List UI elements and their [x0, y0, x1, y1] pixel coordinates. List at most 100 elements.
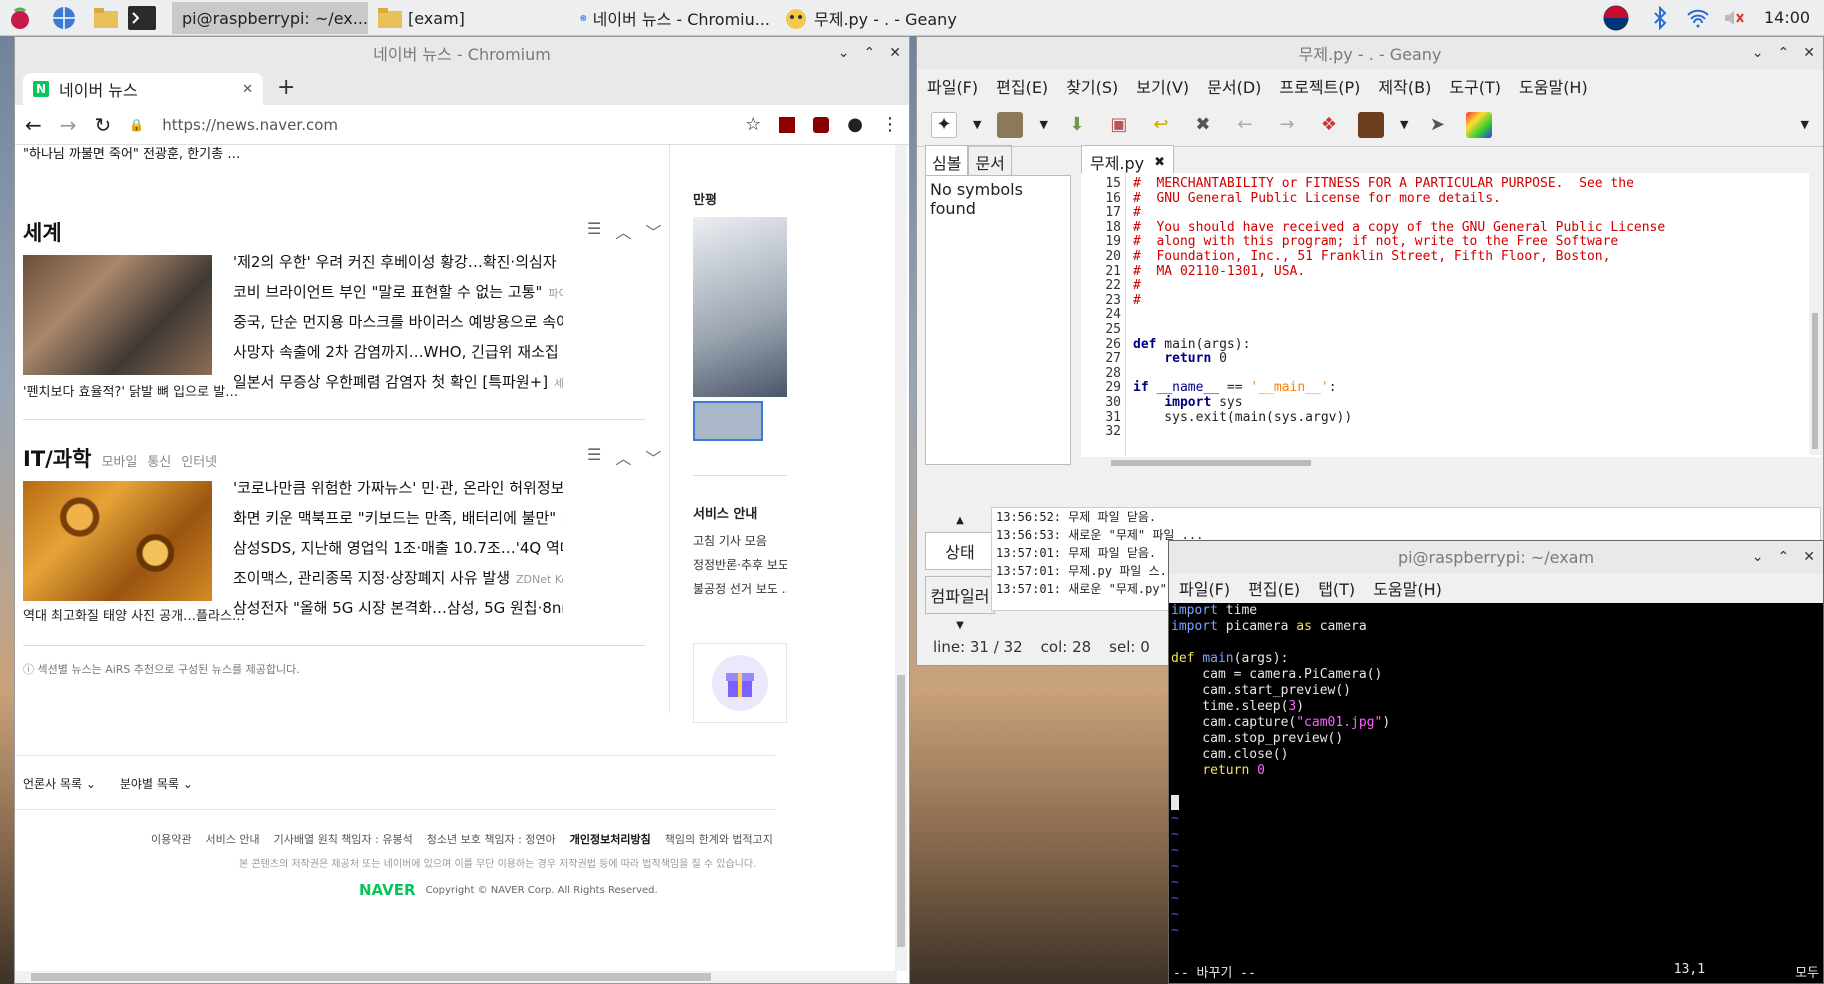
code-line[interactable]: [1133, 425, 1665, 440]
horizontal-scrollbar[interactable]: [15, 971, 897, 983]
menu-kebab-icon[interactable]: ⋮: [881, 114, 899, 135]
it-news-item[interactable]: 조이맥스, 관리종목 지정·상장폐지 사유 발생 ZDNet Korea: [233, 563, 563, 593]
section-menu-icon[interactable]: ☰: [587, 445, 601, 469]
section-title-world[interactable]: 세계: [23, 217, 62, 247]
minimize-icon[interactable]: ⌄: [838, 45, 850, 61]
section-down-icon[interactable]: ﹀: [645, 445, 661, 469]
menu-file[interactable]: 파일(F): [1179, 576, 1230, 600]
tab-documents[interactable]: 문서: [968, 145, 1012, 179]
clock[interactable]: 14:00: [1764, 8, 1810, 27]
section-title-it[interactable]: IT/과학: [23, 443, 91, 473]
top-news-line[interactable]: "하나님 까불면 죽어" 전광훈, 한기총 …: [23, 145, 240, 165]
it-news-item[interactable]: 화면 키운 맥북프로 "키보드는 만족, 배터리에 불만" ZDNet Korea: [233, 503, 563, 533]
world-news-item[interactable]: 코비 브라이언트 부인 "말로 표현할 수 없는 고통" 파이낸셜뉴스: [233, 277, 563, 307]
footer-link[interactable]: 서비스 안내: [205, 831, 259, 847]
close-icon[interactable]: ✕: [1803, 549, 1815, 565]
world-news-item[interactable]: '제2의 우한' 우려 커진 후베이성 황강…확진·의심자 1000명 넘…조선…: [233, 247, 563, 277]
close-icon[interactable]: ✕: [1803, 45, 1815, 61]
service-link[interactable]: 불공정 선거 보도 ...: [693, 577, 787, 601]
naver-logo[interactable]: NAVER: [359, 881, 416, 899]
code-line[interactable]: sys.exit(main(sys.argv)): [1133, 410, 1665, 426]
comic-image[interactable]: [693, 217, 787, 397]
nav-back-icon[interactable]: ←: [1232, 112, 1258, 138]
menu-tabs[interactable]: 탭(T): [1318, 576, 1355, 600]
menu-edit[interactable]: 편집(E): [1248, 576, 1300, 600]
section-menu-icon[interactable]: ☰: [587, 219, 601, 243]
code-line[interactable]: # MERCHANTABILITY or FITNESS FOR A PARTI…: [1133, 176, 1665, 192]
it-news-item[interactable]: 삼성SDS, 지난해 영업익 1조·매출 10.7조…'4Q 역대 최고'이데일…: [233, 533, 563, 563]
maximize-icon[interactable]: ⌃: [1778, 549, 1790, 565]
editor-vscrollbar[interactable]: [1809, 173, 1821, 455]
geany-titlebar[interactable]: 무제.py - . - Geany ⌄ ⌃ ✕: [917, 37, 1823, 69]
section-up-icon[interactable]: ︿: [615, 445, 631, 469]
code-line[interactable]: [1133, 323, 1665, 338]
task-chromium[interactable]: 네이버 뉴스 - Chromiu...: [576, 2, 774, 34]
msg-scroll-up-icon[interactable]: ▲: [925, 515, 995, 526]
world-thumb-caption[interactable]: '펜치보다 효율적?' 닭발 뼈 입으로 발…: [23, 381, 238, 400]
raspberry-menu-icon[interactable]: [6, 4, 34, 32]
code-line[interactable]: [1133, 367, 1665, 382]
code-editor[interactable]: 15 16 17 18 19 20 21 22 23 24 25 26 27 28 29 30 31 32 # M…: [1081, 173, 1821, 469]
terminal-launcher-icon[interactable]: [128, 4, 156, 32]
service-link[interactable]: 고침 기사 모음: [693, 529, 787, 553]
open-dropdown-icon[interactable]: ▼: [1039, 118, 1047, 131]
bluetooth-icon[interactable]: [1646, 4, 1674, 32]
profile-icon[interactable]: ●: [847, 114, 863, 135]
code-line[interactable]: # You should have received a copy of the…: [1133, 220, 1665, 236]
code-line[interactable]: # along with this program; if not, write…: [1133, 235, 1665, 250]
menu-help[interactable]: 도움말(H): [1373, 576, 1442, 600]
tab-compiler[interactable]: 컴파일러: [925, 576, 995, 614]
it-news-item[interactable]: 삼성전자 "올해 5G 시장 본격화…삼성, 5G 원칩·8nm 공정서 …ZD…: [233, 593, 563, 623]
code-line[interactable]: def main(args):: [1133, 337, 1665, 353]
save-all-icon[interactable]: ▣: [1106, 112, 1132, 138]
footer-link[interactable]: 이용약관: [151, 831, 191, 847]
tab-close-icon[interactable]: ✕: [242, 82, 253, 97]
code-line[interactable]: [1133, 308, 1665, 323]
code-line[interactable]: # GNU General Public License for more de…: [1133, 191, 1665, 207]
editor-hscrollbar[interactable]: [1081, 457, 1821, 469]
service-link[interactable]: 정정반론·추후 보도: [693, 553, 787, 577]
maximize-icon[interactable]: ⌃: [1778, 45, 1790, 61]
tab-naver-news[interactable]: N 네이버 뉴스 ✕: [23, 73, 263, 105]
extension-icon[interactable]: [779, 116, 796, 133]
tab-symbols[interactable]: 심볼: [925, 145, 969, 179]
world-news-item[interactable]: 사망자 속출에 2차 감염까지…WHO, 긴급위 재소집연합뉴스TV: [233, 337, 563, 367]
menu-search[interactable]: 찾기(S): [1066, 74, 1118, 98]
menu-file[interactable]: 파일(F): [927, 74, 978, 98]
world-news-item[interactable]: 중국, 단순 먼지용 마스크를 바이러스 예방용으로 속여 팔기까지KBS: [233, 307, 563, 337]
doc-tab-close-icon[interactable]: ✖: [1154, 155, 1165, 170]
code-text[interactable]: # MERCHANTABILITY or FITNESS FOR A PARTI…: [1133, 176, 1665, 440]
vim-buffer[interactable]: import time import picamera as camera de…: [1169, 603, 1823, 983]
menu-tools[interactable]: 도구(T): [1449, 74, 1501, 98]
menu-document[interactable]: 문서(D): [1207, 74, 1261, 98]
press-list-link[interactable]: 언론사 목록 ⌄: [23, 775, 96, 792]
it-thumb-caption[interactable]: 역대 최고화질 태양 사진 공개…플라스…: [23, 605, 245, 624]
new-dropdown-icon[interactable]: ▼: [973, 118, 981, 131]
build-icon[interactable]: [1357, 111, 1384, 138]
world-thumbnail[interactable]: [23, 255, 212, 375]
chromium-titlebar[interactable]: 네이버 뉴스 - Chromium ⌄ ⌃ ✕: [15, 37, 909, 69]
code-line[interactable]: #: [1133, 205, 1665, 221]
bookmark-star-icon[interactable]: ☆: [745, 114, 761, 135]
close-icon[interactable]: ✕: [889, 45, 901, 61]
code-line[interactable]: import sys: [1133, 395, 1665, 411]
nav-forward-icon[interactable]: →: [1274, 112, 1300, 138]
vertical-scrollbar[interactable]: [895, 145, 907, 971]
it-thumbnail[interactable]: [23, 481, 212, 601]
web-browser-icon[interactable]: [50, 4, 78, 32]
footer-link[interactable]: 개인정보처리방침: [570, 831, 651, 847]
maximize-icon[interactable]: ⌃: [864, 45, 876, 61]
code-line[interactable]: #: [1133, 278, 1665, 294]
scroll-thumb[interactable]: [897, 675, 905, 947]
address-bar[interactable]: https://news.naver.com: [162, 116, 727, 134]
new-file-icon[interactable]: ✦: [931, 111, 957, 138]
menu-build[interactable]: 제작(B): [1378, 74, 1431, 98]
file-manager-icon[interactable]: [92, 4, 120, 32]
footer-link[interactable]: 청소년 보호 책임자 : 정연아: [427, 831, 556, 847]
back-icon[interactable]: ←: [25, 113, 42, 137]
sub-link-telecom[interactable]: 통신: [147, 451, 171, 470]
tab-status[interactable]: 상태: [925, 532, 995, 570]
compile-icon[interactable]: ❖: [1316, 112, 1342, 138]
category-list-link[interactable]: 분야별 목록 ⌄: [120, 775, 193, 792]
sub-link-internet[interactable]: 인터넷: [181, 451, 217, 470]
